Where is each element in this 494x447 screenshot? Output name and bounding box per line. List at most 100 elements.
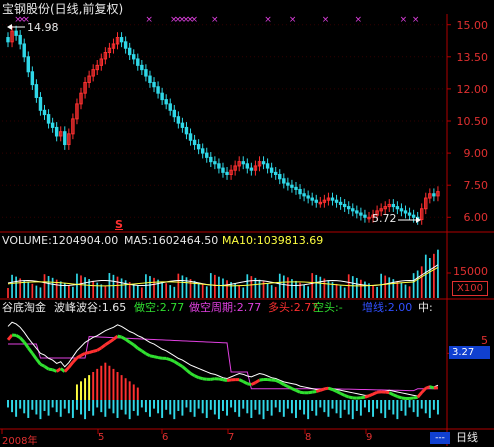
candle-body — [242, 162, 244, 164]
candle-body — [64, 132, 66, 145]
indicator-thick-line — [312, 391, 316, 392]
indicator-thick-line — [316, 390, 320, 391]
indicator-thick-line — [28, 348, 32, 353]
candle-body — [173, 110, 175, 116]
candle-body — [364, 215, 366, 217]
candle-body — [137, 59, 139, 65]
candle-body — [128, 48, 130, 54]
candle-body — [149, 76, 151, 82]
candle-body — [120, 38, 122, 42]
indicator-thick-line — [332, 390, 336, 392]
indicator-thick-line — [308, 392, 312, 393]
candle-body — [356, 211, 358, 213]
ma5-label: MA5:1602464.50 — [124, 235, 218, 247]
candle-body — [31, 72, 33, 85]
indicator-thick-line — [81, 353, 85, 355]
candle-body — [291, 185, 293, 187]
indicator-thick-line — [393, 395, 397, 397]
indicator-thick-line — [259, 379, 263, 380]
date-tick-label: 6 — [162, 432, 168, 443]
signal-marker: × — [355, 15, 363, 25]
candle-body — [214, 162, 216, 164]
candle-body — [400, 209, 402, 211]
candle-body — [218, 164, 220, 168]
period-tab-daily[interactable]: 日线 — [456, 431, 492, 445]
candle-body — [43, 110, 45, 114]
indicator-thick-line — [69, 362, 73, 367]
price-tick-label: 7.50 — [464, 179, 489, 192]
signal-marker: × — [264, 15, 272, 25]
date-tick-label: 2008年 — [2, 432, 37, 447]
indicator-thick-line — [349, 397, 353, 398]
candle-body — [274, 172, 276, 174]
indicator-thick-line — [130, 342, 134, 345]
high-arrow-head — [7, 24, 12, 30]
indicator-thick-line — [401, 398, 405, 399]
indicator-name: 谷底淘金 — [2, 302, 46, 314]
candle-body — [343, 204, 345, 206]
candle-body — [226, 172, 228, 174]
indicator-thick-line — [296, 390, 300, 392]
candle-body — [55, 127, 57, 136]
candle-body — [392, 204, 394, 206]
candle-body — [352, 209, 354, 211]
indicator-thick-line — [247, 384, 251, 385]
candle-body — [133, 55, 135, 59]
indicator-thick-line — [182, 366, 186, 369]
indicator-thick-line — [430, 387, 434, 388]
indicator-thick-line — [251, 383, 255, 385]
candle-body — [266, 164, 268, 168]
candle-body — [7, 38, 9, 42]
indicator-thick-line — [239, 380, 243, 382]
indicator-thick-line — [32, 353, 36, 359]
indicator-thick-line — [170, 360, 174, 362]
candle-body — [396, 207, 398, 209]
indicator-thick-line — [280, 382, 284, 384]
candle-body — [339, 202, 341, 204]
indicator-thick-line — [320, 389, 324, 390]
candle-body — [169, 104, 171, 110]
indicator-thick-line — [195, 376, 199, 378]
candle-body — [153, 82, 155, 86]
indicator-thick-line — [397, 397, 401, 398]
indicator-thick-line — [24, 342, 28, 348]
indicator-box[interactable]: --- — [430, 432, 450, 444]
indicator-thick-line — [105, 342, 109, 345]
candle-body — [412, 215, 414, 217]
indicator-thick-line — [365, 396, 369, 397]
candle-body — [246, 164, 248, 168]
indicator-thick-line — [410, 398, 414, 399]
indicator-thick-line — [255, 380, 259, 382]
signal-marker: × — [400, 15, 408, 25]
indicator-thick-line — [369, 394, 373, 396]
indicator-thick-line — [199, 378, 203, 379]
candle-body — [161, 93, 163, 99]
candle-body — [201, 149, 203, 153]
indicator-thick-line — [122, 337, 126, 339]
indicator-thick-line — [288, 387, 292, 389]
candle-body — [27, 57, 29, 72]
signal-marker: × — [145, 15, 153, 25]
indicator-value-badge: 3.27 — [449, 346, 490, 359]
candle-body — [404, 211, 406, 213]
short-label: 做空:2.77 — [134, 302, 184, 314]
signal-marker: × — [191, 15, 199, 25]
candle-body — [181, 123, 183, 127]
indicator-thick-line — [385, 392, 389, 393]
indicator-thick-line — [203, 379, 207, 380]
candle-body — [206, 153, 208, 157]
price-chart[interactable]: ××××××××××××××××× — [0, 0, 494, 446]
indicator-thick-line — [16, 335, 20, 337]
indicator-thick-line — [166, 358, 170, 359]
candle-body — [35, 85, 37, 98]
signal-marker: × — [289, 15, 297, 25]
indicator-thick-line — [118, 336, 122, 337]
indicator-thick-line — [243, 382, 247, 384]
candle-body — [315, 200, 317, 202]
candle-body — [347, 207, 349, 209]
candle-body — [287, 183, 289, 185]
ma10-label: MA10:1039813.69 — [222, 235, 323, 247]
indicator-thick-line — [65, 367, 69, 371]
candle-body — [15, 31, 17, 35]
candle-body — [295, 187, 297, 189]
